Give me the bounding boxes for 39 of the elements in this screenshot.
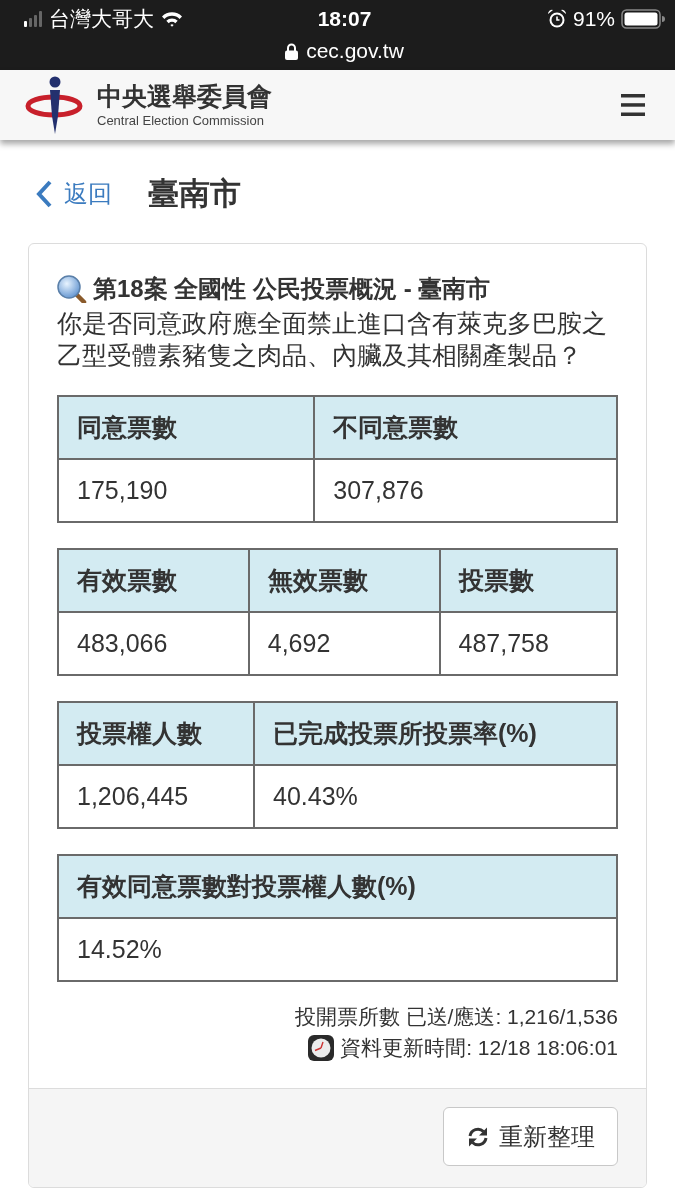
table-cell: 14.52% — [58, 918, 617, 981]
table-header-cell: 投票數 — [439, 549, 617, 612]
battery-icon — [621, 9, 665, 29]
wifi-icon — [161, 11, 183, 27]
back-link[interactable]: 返回 — [35, 178, 112, 210]
table-header-cell: 無效票數 — [248, 549, 440, 612]
header-subtitle: Central Election Commission — [97, 113, 265, 129]
menu-icon[interactable] — [621, 93, 645, 117]
alarm-icon — [546, 9, 567, 29]
table-cell: 40.43% — [254, 765, 617, 828]
question-text: 你是否同意政府應全面禁止進口含有萊克多巴胺之乙型受體素豬隻之肉品、內臟及其相關產製品？ — [57, 308, 608, 371]
table-header-cell: 已完成投票所投票率(%) — [254, 702, 617, 765]
chevron-icon — [35, 180, 53, 208]
battery-percent: 91% — [572, 7, 615, 31]
card-title: 第18案 全國性 公民投票概況 - 臺南市 — [93, 274, 491, 304]
table-header-cell: 有效票數 — [58, 549, 249, 612]
magnifier-icon — [57, 275, 87, 303]
table-cell: 1,206,445 — [58, 765, 254, 828]
polling-stations-text: 投開票所數 已送/應送: 1,216/1,536 — [294, 1004, 618, 1030]
status-time: 18:07 — [317, 7, 372, 31]
refresh-button[interactable]: 重新整理 — [443, 1107, 618, 1166]
signal-icon — [24, 11, 42, 27]
table-cell: 175,190 — [58, 459, 315, 522]
table-cell: 487,758 — [439, 612, 617, 675]
address-bar-url[interactable]: cec.gov.tw — [306, 39, 404, 63]
table-header-cell: 有效同意票數對投票權人數(%) — [58, 855, 617, 918]
clock-icon — [308, 1034, 335, 1061]
table-header-cell: 同意票數 — [58, 396, 315, 459]
page-title: 臺南市 — [148, 175, 241, 213]
table-header-cell: 不同意票數 — [314, 396, 617, 459]
carrier-name: 台灣大哥大 — [49, 6, 154, 32]
table-cell: 483,066 — [58, 612, 249, 675]
table-cell: 4,692 — [248, 612, 440, 675]
table-header-cell: 投票權人數 — [58, 702, 254, 765]
update-time-text: 資料更新時間: 12/18 18:06:01 — [340, 1035, 618, 1061]
lock-icon — [285, 42, 299, 60]
logo-icon — [25, 76, 83, 134]
table-cell: 307,876 — [314, 459, 617, 522]
header-title: 中央選舉委員會 — [97, 81, 272, 111]
